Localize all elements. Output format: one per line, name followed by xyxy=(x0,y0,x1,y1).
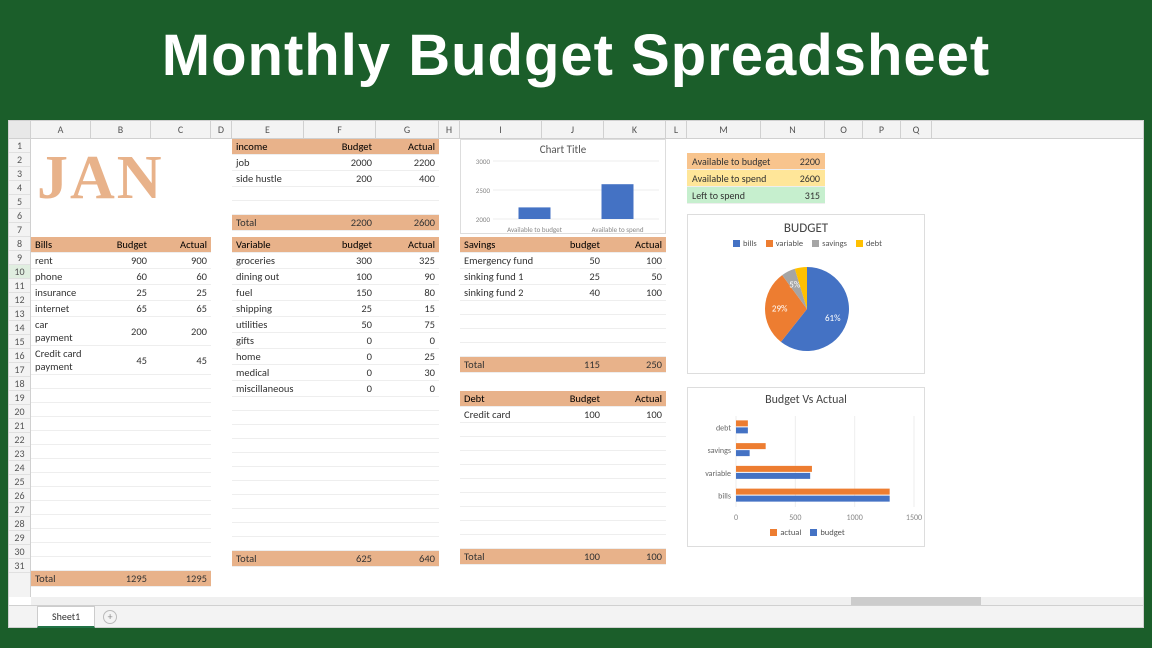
summary-table[interactable]: Available to budget2200Available to spen… xyxy=(687,153,825,204)
add-sheet-button[interactable]: + xyxy=(103,610,117,624)
banner: Monthly Budget Spreadsheet xyxy=(0,0,1152,120)
column-header-M[interactable]: M xyxy=(687,121,761,138)
row-header-9[interactable]: 9 xyxy=(9,251,30,265)
month-label: JAN xyxy=(37,143,164,214)
svg-text:500: 500 xyxy=(789,513,801,523)
svg-text:61%: 61% xyxy=(825,313,841,324)
column-header-B[interactable]: B xyxy=(91,121,151,138)
row-header-2[interactable]: 2 xyxy=(9,153,30,167)
column-header-G[interactable]: G xyxy=(376,121,439,138)
row-header-23[interactable]: 23 xyxy=(9,447,30,461)
svg-text:bills: bills xyxy=(718,492,731,502)
row-header-15[interactable]: 15 xyxy=(9,335,30,349)
row-header-21[interactable]: 21 xyxy=(9,419,30,433)
svg-text:savings: savings xyxy=(708,446,731,456)
debt-table[interactable]: DebtBudgetActualCredit card100100Total10… xyxy=(460,391,666,565)
chart-title: Chart Title xyxy=(461,140,665,159)
column-header-I[interactable]: I xyxy=(460,121,542,138)
income-table[interactable]: incomeBudgetActualjob20002200side hustle… xyxy=(232,139,439,231)
column-header-K[interactable]: K xyxy=(604,121,666,138)
row-header-7[interactable]: 7 xyxy=(9,223,30,237)
sheet-tabs: Sheet1 + xyxy=(9,605,1143,627)
svg-text:3000: 3000 xyxy=(476,159,491,166)
row-header-26[interactable]: 26 xyxy=(9,489,30,503)
row-header-29[interactable]: 29 xyxy=(9,531,30,545)
svg-text:2500: 2500 xyxy=(476,186,491,195)
row-header-14[interactable]: 14 xyxy=(9,321,30,335)
pie-title: BUDGET xyxy=(688,215,924,239)
budget-pie-chart[interactable]: BUDGET billsvariablesavingsdebt 61%29%5% xyxy=(687,214,925,374)
bills-table[interactable]: BillsBudgetActualrent900900phone6060insu… xyxy=(31,237,211,587)
row-header-3[interactable]: 3 xyxy=(9,167,30,181)
svg-text:29%: 29% xyxy=(772,303,788,314)
row-header-8[interactable]: 8 xyxy=(9,237,30,251)
variable-table[interactable]: VariablebudgetActualgroceries300325dinin… xyxy=(232,237,439,567)
cell-grid[interactable]: JAN incomeBudgetActualjob20002200side hu… xyxy=(31,139,1143,597)
row-header-18[interactable]: 18 xyxy=(9,377,30,391)
bva-title: Budget Vs Actual xyxy=(688,388,924,410)
column-header-J[interactable]: J xyxy=(542,121,604,138)
row-header-16[interactable]: 16 xyxy=(9,349,30,363)
hbar-chart-svg: 0 500 1000 1500 debt savings variable bills xyxy=(688,410,926,525)
bar-chart-svg: 2000 2500 3000 Available to budget Available… xyxy=(461,159,667,237)
svg-text:0: 0 xyxy=(734,513,738,523)
row-headers: 1234567891011121314151617181920212223242… xyxy=(9,139,31,597)
column-header-A[interactable]: A xyxy=(31,121,91,138)
column-header-P[interactable]: P xyxy=(863,121,901,138)
horizontal-scrollbar[interactable] xyxy=(31,597,1143,605)
column-header-C[interactable]: C xyxy=(151,121,211,138)
row-header-11[interactable]: 11 xyxy=(9,279,30,293)
scrollbar-thumb[interactable] xyxy=(851,597,981,605)
row-header-5[interactable]: 5 xyxy=(9,195,30,209)
row-header-12[interactable]: 12 xyxy=(9,293,30,307)
svg-text:1000: 1000 xyxy=(847,513,863,523)
column-header-E[interactable]: E xyxy=(232,121,304,138)
row-header-10[interactable]: 10 xyxy=(9,265,30,279)
select-all-corner[interactable] xyxy=(9,121,31,138)
row-header-27[interactable]: 27 xyxy=(9,503,30,517)
svg-text:debt: debt xyxy=(716,423,731,433)
row-header-19[interactable]: 19 xyxy=(9,391,30,405)
available-bar-chart[interactable]: Chart Title 2000 2500 3000 Available to bud… xyxy=(460,139,666,234)
hbar-legend: actualbudget xyxy=(688,528,924,538)
svg-text:variable: variable xyxy=(705,469,731,479)
column-header-D[interactable]: D xyxy=(211,121,232,138)
row-header-25[interactable]: 25 xyxy=(9,475,30,489)
column-header-N[interactable]: N xyxy=(761,121,825,138)
banner-title: Monthly Budget Spreadsheet xyxy=(162,22,990,89)
sheet-tab-1[interactable]: Sheet1 xyxy=(37,606,95,628)
svg-text:Available to spend: Available to spend xyxy=(591,225,643,234)
row-header-4[interactable]: 4 xyxy=(9,181,30,195)
column-header-H[interactable]: H xyxy=(439,121,460,138)
row-header-28[interactable]: 28 xyxy=(9,517,30,531)
row-header-13[interactable]: 13 xyxy=(9,307,30,321)
pie-legend: billsvariablesavingsdebt xyxy=(688,239,924,249)
svg-text:2000: 2000 xyxy=(476,215,491,224)
row-header-6[interactable]: 6 xyxy=(9,209,30,223)
row-header-24[interactable]: 24 xyxy=(9,461,30,475)
row-header-30[interactable]: 30 xyxy=(9,545,30,559)
row-header-1[interactable]: 1 xyxy=(9,139,30,153)
svg-text:1500: 1500 xyxy=(906,513,922,523)
pie-chart-svg: 61%29%5% xyxy=(688,249,926,364)
column-headers: ABCDEFGHIJKLMNOPQ xyxy=(9,121,1143,139)
row-header-22[interactable]: 22 xyxy=(9,433,30,447)
row-header-20[interactable]: 20 xyxy=(9,405,30,419)
savings-table[interactable]: SavingsbudgetActualEmergency fund50100si… xyxy=(460,237,666,373)
row-header-17[interactable]: 17 xyxy=(9,363,30,377)
column-header-O[interactable]: O xyxy=(825,121,863,138)
column-header-L[interactable]: L xyxy=(666,121,687,138)
column-header-Q[interactable]: Q xyxy=(901,121,932,138)
spreadsheet: ABCDEFGHIJKLMNOPQ 1234567891011121314151… xyxy=(8,120,1144,628)
column-header-F[interactable]: F xyxy=(304,121,376,138)
row-header-31[interactable]: 31 xyxy=(9,559,30,573)
budget-vs-actual-chart[interactable]: Budget Vs Actual 0 500 1000 1500 debt savings… xyxy=(687,387,925,547)
svg-text:Available to budget: Available to budget xyxy=(507,225,563,234)
